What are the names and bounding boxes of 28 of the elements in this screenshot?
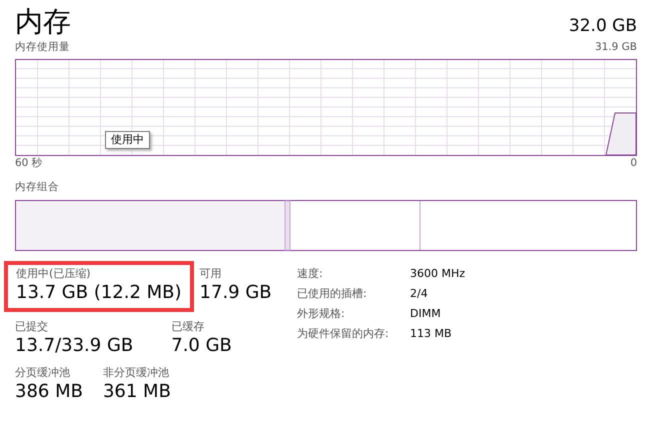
detail-value: 2/4 bbox=[410, 286, 428, 302]
stat-label: 已缓存 bbox=[171, 320, 206, 334]
stat-label: 可用 bbox=[200, 267, 223, 282]
graph-max: 31.9 GB bbox=[594, 40, 637, 55]
detail-label: 为硬件保留的内存: bbox=[297, 326, 390, 342]
detail-label: 外形规格: bbox=[297, 306, 346, 322]
detail-label: 速度: bbox=[297, 266, 324, 282]
detail-value: 3600 MHz bbox=[410, 266, 466, 282]
stat-value: 13.7/33.9 GB bbox=[15, 334, 134, 358]
graph-label: 内存使用量 bbox=[15, 40, 70, 55]
stat-label: 使用中(已压缩) bbox=[16, 267, 92, 282]
composition-label: 内存组合 bbox=[15, 180, 60, 194]
page-title: 内存 bbox=[15, 4, 71, 40]
stat-value: 13.7 GB (12.2 MB) bbox=[16, 281, 182, 306]
graph-tooltip: 使用中 bbox=[105, 130, 150, 149]
detail-value: DIMM bbox=[410, 306, 441, 322]
stat-value: 17.9 GB bbox=[200, 281, 272, 306]
stat-label: 非分页缓冲池 bbox=[102, 366, 170, 380]
detail-value: 113 MB bbox=[410, 326, 452, 342]
axis-label: 60 秒 bbox=[15, 156, 43, 171]
stat-label: 已提交 bbox=[15, 320, 49, 334]
detail-label: 已使用的插槽: bbox=[297, 286, 368, 302]
stat-label: 分页缓冲池 bbox=[15, 366, 71, 380]
stat-value: 7.0 GB bbox=[171, 334, 232, 358]
stat-value: 386 MB bbox=[15, 380, 83, 404]
total-memory: 32.0 GB bbox=[568, 15, 637, 38]
axis-label: 0 bbox=[630, 156, 637, 171]
stat-value: 361 MB bbox=[102, 380, 171, 404]
